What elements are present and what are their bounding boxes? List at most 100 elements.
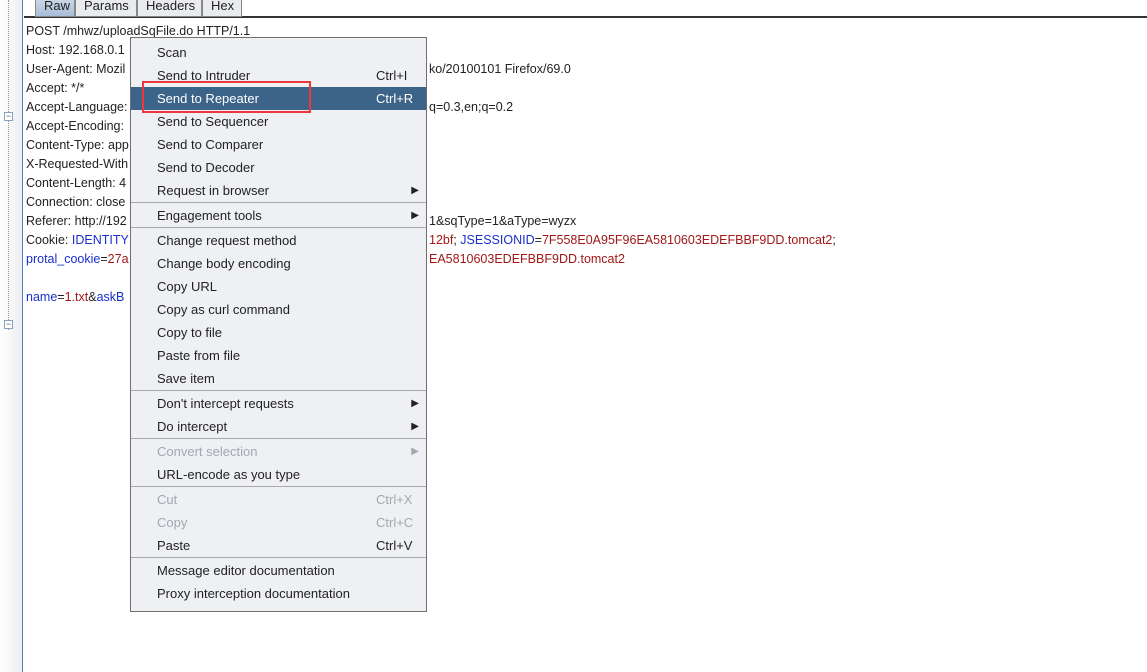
- request-line: User-Agent: Mozil ko/20100101 Firefox/69.…: [26, 60, 571, 79]
- menu-item-label: Copy: [157, 515, 188, 530]
- request-text: Accept-Encoding:: [26, 119, 124, 133]
- menu-item-copy-as-curl-command[interactable]: Copy as curl command: [131, 298, 426, 321]
- menu-item-label: Paste from file: [157, 348, 241, 363]
- request-line-tail: 12bf; JSESSIONID=7F558E0A95F96EA5810603E…: [429, 231, 836, 250]
- menu-item-label: Don't intercept requests: [157, 396, 294, 411]
- request-text: 7F558E0A95F96EA5810603EDEFBBF9DD.tomcat2: [541, 233, 833, 247]
- menu-item-save-item[interactable]: Save item: [131, 367, 426, 390]
- request-line-tail: ko/20100101 Firefox/69.0: [429, 60, 571, 79]
- request-text: POST /mhwz/uploadSqFile.do HTTP/1.1: [26, 24, 251, 38]
- menu-item-label: Change request method: [157, 233, 297, 248]
- message-tabs: Raw Params Headers Hex: [24, 0, 1147, 18]
- request-text: User-Agent: Mozil: [26, 62, 126, 76]
- request-line: name=1.txt&askB: [26, 288, 124, 307]
- request-line: Accept-Language: q=0.3,en;q=0.2: [26, 98, 513, 117]
- request-line: Cookie: IDENTITY 12bf; JSESSIONID=7F558E0…: [26, 231, 836, 250]
- request-line: Accept-Encoding:: [26, 117, 124, 136]
- menu-item-send-to-decoder[interactable]: Send to Decoder: [131, 156, 426, 179]
- menu-item-label: Scan: [157, 45, 187, 60]
- submenu-arrow-icon: ▶: [411, 446, 419, 457]
- request-text: ;: [832, 233, 836, 247]
- request-text: q=0.3,en;q=0.2: [429, 100, 514, 114]
- request-text: name: [26, 290, 58, 304]
- menu-item-engagement-tools[interactable]: Engagement tools ▶: [131, 204, 426, 227]
- menu-item-label: Change body encoding: [157, 256, 291, 271]
- request-line-tail: q=0.3,en;q=0.2: [429, 98, 513, 117]
- menu-item-label: Send to Sequencer: [157, 114, 269, 129]
- request-text: &: [88, 290, 97, 304]
- shortcut-label: Ctrl+C: [376, 515, 414, 530]
- submenu-arrow-icon: ▶: [411, 421, 419, 432]
- request-text: Accept: */*: [26, 81, 85, 95]
- request-text: JSESSIONID: [460, 233, 535, 247]
- request-line: Content-Length: 4: [26, 174, 126, 193]
- menu-item-scan[interactable]: Scan: [131, 41, 426, 64]
- menu-item-label: Paste: [157, 538, 191, 553]
- menu-item-proxy-interception-documentation[interactable]: Proxy interception documentation: [131, 582, 426, 605]
- menu-item-copy-url[interactable]: Copy URL: [131, 275, 426, 298]
- collapse-icon[interactable]: −: [4, 320, 13, 329]
- menu-item-label: Copy as curl command: [157, 302, 290, 317]
- tab-headers[interactable]: Headers: [137, 0, 202, 17]
- request-line: Content-Type: app: [26, 136, 129, 155]
- menu-item-copy: Copy Ctrl+C: [131, 511, 426, 534]
- menu-item-label: Copy URL: [157, 279, 217, 294]
- request-text: IDENTITY: [71, 233, 129, 247]
- menu-item-request-in-browser[interactable]: Request in browser ▶: [131, 179, 426, 202]
- menu-item-label: Send to Comparer: [157, 137, 264, 152]
- menu-item-change-body-encoding[interactable]: Change body encoding: [131, 252, 426, 275]
- menu-item-paste[interactable]: Paste Ctrl+V: [131, 534, 426, 557]
- menu-item-label: Save item: [157, 371, 215, 386]
- tab-params[interactable]: Params: [75, 0, 137, 17]
- request-line: Connection: close: [26, 193, 125, 212]
- menu-item-label: Do intercept: [157, 419, 228, 434]
- context-menu: Scan Send to Intruder Ctrl+I Send to Repeat…: [130, 37, 427, 612]
- request-text: EA5810603EDEFBBF9DD.tomcat2: [429, 252, 625, 266]
- tab-raw[interactable]: Raw: [35, 0, 75, 17]
- request-text: Content-Length: 4: [26, 176, 127, 190]
- menu-item-label: Engagement tools: [157, 208, 262, 223]
- request-text: Accept-Language:: [26, 100, 128, 114]
- menu-item-label: URL-encode as you type: [157, 467, 301, 482]
- request-text: Content-Type: app: [26, 138, 129, 152]
- request-text: ko/20100101 Firefox/69.0: [429, 62, 571, 76]
- request-text: protal_cookie: [26, 252, 101, 266]
- tree-panel: − −: [0, 0, 23, 672]
- menu-item-convert-selection: Convert selection ▶: [131, 440, 426, 463]
- request-line-tail: 1&sqType=1&aType=wyzx: [429, 212, 576, 231]
- collapse-icon[interactable]: −: [4, 112, 13, 121]
- menu-item-label: Copy to file: [157, 325, 223, 340]
- shortcut-label: Ctrl+X: [376, 492, 413, 507]
- request-line: Referer: http://192 1&sqType=1&aType=wyzx: [26, 212, 576, 231]
- request-text: Referer: http://192: [26, 214, 127, 228]
- menu-item-send-to-sequencer[interactable]: Send to Sequencer: [131, 110, 426, 133]
- menu-item-change-request-method[interactable]: Change request method: [131, 229, 426, 252]
- menu-item-copy-to-file[interactable]: Copy to file: [131, 321, 426, 344]
- request-text: 27a: [107, 252, 129, 266]
- annotation-highlight-box: [142, 81, 311, 113]
- request-text: Cookie:: [26, 233, 72, 247]
- menu-item-send-to-comparer[interactable]: Send to Comparer: [131, 133, 426, 156]
- request-text: =: [534, 233, 542, 247]
- request-text: =: [57, 290, 65, 304]
- request-text: 12bf: [429, 233, 454, 247]
- menu-item-cut: Cut Ctrl+X: [131, 488, 426, 511]
- menu-item-do-intercept[interactable]: Do intercept ▶: [131, 415, 426, 438]
- menu-item-paste-from-file[interactable]: Paste from file: [131, 344, 426, 367]
- menu-item-label: Send to Decoder: [157, 160, 255, 175]
- request-line: Host: 192.168.0.1: [26, 41, 125, 60]
- submenu-arrow-icon: ▶: [411, 210, 419, 221]
- menu-item-don-t-intercept-requests[interactable]: Don't intercept requests ▶: [131, 392, 426, 415]
- shortcut-label: Ctrl+I: [376, 68, 408, 83]
- menu-item-url-encode-as-you-type[interactable]: URL-encode as you type: [131, 463, 426, 486]
- tab-hex[interactable]: Hex: [202, 0, 242, 17]
- menu-item-message-editor-documentation[interactable]: Message editor documentation: [131, 559, 426, 582]
- tree-line: [8, 0, 9, 330]
- request-text: X-Requested-With: [26, 157, 129, 171]
- request-text: askB: [96, 290, 125, 304]
- menu-item-label: Proxy interception documentation: [157, 586, 350, 601]
- request-line: Accept: */*: [26, 79, 84, 98]
- menu-item-label: Cut: [157, 492, 178, 507]
- request-line-tail: EA5810603EDEFBBF9DD.tomcat2: [429, 250, 625, 269]
- request-text: Connection: close: [26, 195, 126, 209]
